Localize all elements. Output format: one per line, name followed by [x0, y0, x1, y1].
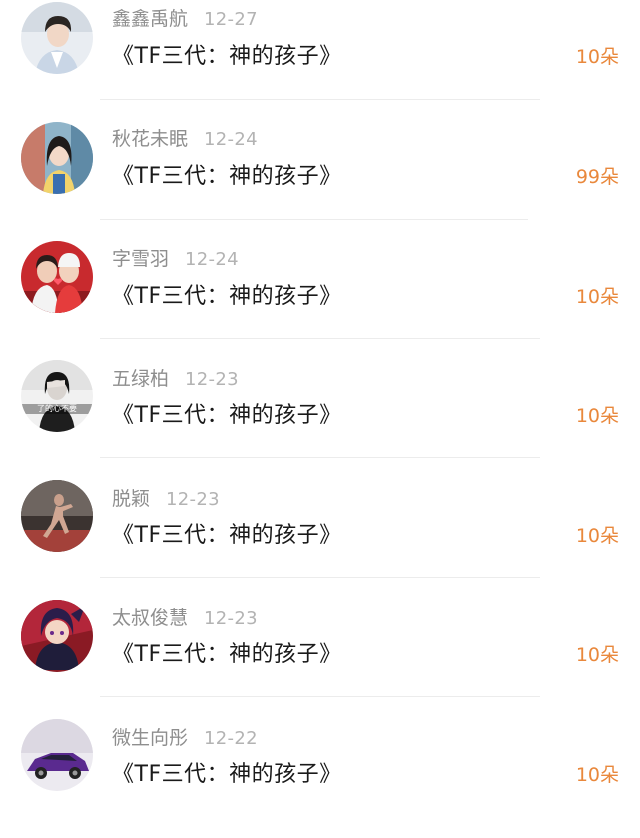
- flower-count: 10朵: [575, 644, 619, 666]
- gift-date: 12-24: [204, 129, 258, 150]
- avatar[interactable]: [21, 480, 93, 552]
- list-item[interactable]: 字雪羽 12-24 《TF三代：神的孩子》 10朵: [0, 240, 640, 360]
- list-item[interactable]: 了的心不要 五绿柏 12-23 《TF三代：神的孩子》 10朵: [0, 359, 640, 479]
- flower-count: 99朵: [575, 166, 619, 188]
- avatar-car-purple-icon: [21, 719, 93, 791]
- list-item[interactable]: 秋花未眠 12-24 《TF三代：神的孩子》 99朵: [0, 120, 640, 240]
- avatar-runner-dark-icon: [21, 480, 93, 552]
- gift-title: 《TF三代：神的孩子》: [112, 164, 342, 189]
- gift-date: 12-23: [185, 369, 239, 390]
- avatar-girl-blue-icon: [21, 122, 93, 194]
- avatar-anime-red-icon: [21, 600, 93, 672]
- user-name[interactable]: 五绿柏: [112, 368, 169, 390]
- gift-title: 《TF三代：神的孩子》: [112, 44, 342, 69]
- divider: [100, 577, 540, 578]
- user-name[interactable]: 字雪羽: [112, 248, 169, 270]
- avatar-girl-bw-icon: [21, 360, 93, 432]
- divider: [100, 338, 540, 339]
- item-meta: 脱颖 12-23: [112, 487, 220, 511]
- list-item[interactable]: 太叔俊慧 12-23 《TF三代：神的孩子》 10朵: [0, 598, 640, 718]
- gift-date: 12-24: [185, 249, 239, 270]
- item-meta: 太叔俊慧 12-23: [112, 606, 258, 630]
- avatar-caption: 了的心不要: [21, 404, 93, 414]
- divider: [100, 696, 540, 697]
- avatar[interactable]: [21, 719, 93, 791]
- item-meta: 鑫鑫禹航 12-27: [112, 7, 258, 31]
- avatar[interactable]: [21, 122, 93, 194]
- user-name[interactable]: 微生向彤: [112, 727, 188, 749]
- item-meta: 字雪羽 12-24: [112, 247, 239, 271]
- gift-date: 12-27: [204, 9, 258, 30]
- user-name[interactable]: 脱颖: [112, 488, 150, 510]
- user-name[interactable]: 鑫鑫禹航: [112, 8, 188, 30]
- user-name[interactable]: 太叔俊慧: [112, 607, 188, 629]
- avatar[interactable]: [21, 241, 93, 313]
- flower-count: 10朵: [575, 286, 619, 308]
- user-name[interactable]: 秋花未眠: [112, 128, 188, 150]
- avatar-couple-red-icon: [21, 241, 93, 313]
- divider: [100, 99, 540, 100]
- gift-title: 《TF三代：神的孩子》: [112, 642, 342, 667]
- list-item[interactable]: 微生向彤 12-22 《TF三代：神的孩子》 10朵: [0, 718, 640, 838]
- gift-title: 《TF三代：神的孩子》: [112, 762, 342, 787]
- list-item[interactable]: 鑫鑫禹航 12-27 《TF三代：神的孩子》 10朵: [0, 0, 640, 120]
- divider: [100, 219, 528, 220]
- gift-title: 《TF三代：神的孩子》: [112, 284, 342, 309]
- item-meta: 秋花未眠 12-24: [112, 127, 258, 151]
- gift-title: 《TF三代：神的孩子》: [112, 523, 342, 548]
- avatar[interactable]: [21, 600, 93, 672]
- flower-count: 10朵: [575, 405, 619, 427]
- flower-count: 10朵: [575, 764, 619, 786]
- gift-date: 12-23: [166, 489, 220, 510]
- list-item[interactable]: 脱颖 12-23 《TF三代：神的孩子》 10朵: [0, 479, 640, 599]
- flower-count: 10朵: [575, 525, 619, 547]
- item-meta: 五绿柏 12-23: [112, 367, 239, 391]
- flower-count: 10朵: [575, 46, 619, 68]
- divider: [100, 457, 540, 458]
- gift-date: 12-23: [204, 608, 258, 629]
- avatar[interactable]: 了的心不要: [21, 360, 93, 432]
- gift-date: 12-22: [204, 728, 258, 749]
- gift-title: 《TF三代：神的孩子》: [112, 403, 342, 428]
- item-meta: 微生向彤 12-22: [112, 726, 258, 750]
- avatar[interactable]: [21, 2, 93, 74]
- avatar-boy-suit-icon: [21, 2, 93, 74]
